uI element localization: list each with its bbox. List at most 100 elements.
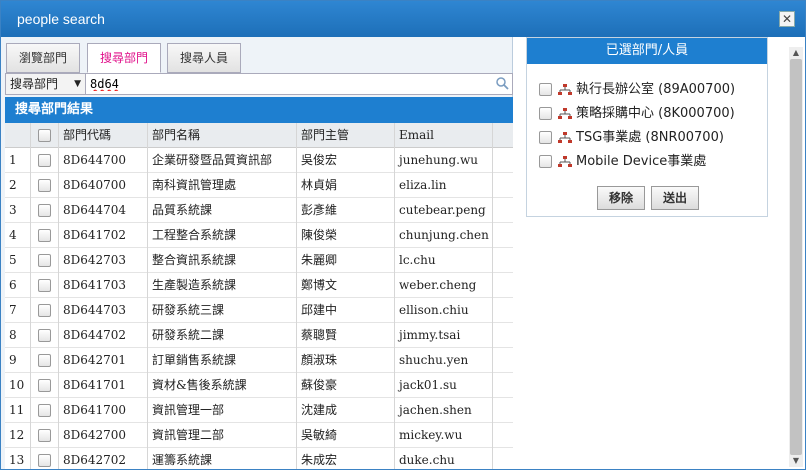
row-manager: 朱成宏 bbox=[297, 448, 395, 469]
selected-item-checkbox[interactable] bbox=[539, 155, 552, 168]
row-email: weber.cheng bbox=[395, 273, 493, 298]
row-select bbox=[31, 148, 59, 173]
search-icon[interactable] bbox=[495, 76, 509, 90]
row-email: ellison.chiu bbox=[395, 298, 493, 323]
row-checkbox[interactable] bbox=[38, 304, 51, 317]
header-email[interactable]: Email bbox=[395, 123, 493, 148]
header-code[interactable]: 部門代碼 bbox=[59, 123, 148, 148]
table-row[interactable]: 2 8D640700 南科資訊管理處 林貞娟 eliza.lin bbox=[5, 173, 513, 198]
row-email: cutebear.peng bbox=[395, 198, 493, 223]
table-row[interactable]: 6 8D641703 生產製造系統課 鄭博文 weber.cheng bbox=[5, 273, 513, 298]
row-checkbox[interactable] bbox=[38, 154, 51, 167]
people-search-dialog: people search ✕ 瀏覽部門 搜尋部門 搜尋人員 搜尋部門 ▼ 搜尋… bbox=[0, 0, 806, 470]
table-header: 部門代碼 部門名稱 部門主管 Email bbox=[5, 123, 513, 148]
row-select bbox=[31, 398, 59, 423]
title-bar: people search ✕ bbox=[1, 1, 805, 37]
row-name: 南科資訊管理處 bbox=[148, 173, 297, 198]
remove-button[interactable]: 移除 bbox=[597, 186, 645, 210]
selected-item-label: 策略採購中心 (8K000700) bbox=[576, 106, 735, 121]
table-row[interactable]: 13 8D642702 運籌系統課 朱成宏 duke.chu bbox=[5, 448, 513, 469]
row-checkbox[interactable] bbox=[38, 454, 51, 467]
row-name: 運籌系統課 bbox=[148, 448, 297, 469]
table-row[interactable]: 1 8D644700 企業研發暨品質資訊部 吳俊宏 junehung.wu bbox=[5, 148, 513, 173]
row-email: jimmy.tsai bbox=[395, 323, 493, 348]
close-icon[interactable]: ✕ bbox=[779, 11, 795, 27]
row-code: 8D640700 bbox=[59, 173, 148, 198]
row-select bbox=[31, 323, 59, 348]
selected-item-label: TSG事業處 (8NR00700) bbox=[576, 130, 724, 145]
org-chart-icon bbox=[552, 154, 576, 169]
row-select bbox=[31, 173, 59, 198]
tab-search-people[interactable]: 搜尋人員 bbox=[167, 43, 241, 73]
send-button[interactable]: 送出 bbox=[651, 186, 699, 210]
row-checkbox[interactable] bbox=[38, 379, 51, 392]
right-pane: 已選部門/人員 執行長辦公室 (89A00700) 策略採購中心 (8K00070… bbox=[514, 37, 805, 469]
row-select bbox=[31, 448, 59, 469]
row-index: 4 bbox=[5, 223, 31, 248]
row-code: 8D644704 bbox=[59, 198, 148, 223]
selected-item-label: Mobile Device事業處 bbox=[576, 154, 707, 169]
row-name: 資訊管理一部 bbox=[148, 398, 297, 423]
row-name: 整合資訊系統課 bbox=[148, 248, 297, 273]
row-index: 10 bbox=[5, 373, 31, 398]
table-row[interactable]: 7 8D644703 研發系統三課 邱建中 ellison.chiu bbox=[5, 298, 513, 323]
row-checkbox[interactable] bbox=[38, 204, 51, 217]
row-select bbox=[31, 348, 59, 373]
org-chart-icon bbox=[552, 106, 576, 121]
selected-item[interactable]: 策略採購中心 (8K000700) bbox=[539, 104, 735, 124]
left-pane: 瀏覽部門 搜尋部門 搜尋人員 搜尋部門 ▼ 搜尋部門結果 部門代碼 bbox=[1, 37, 513, 469]
row-email: duke.chu bbox=[395, 448, 493, 469]
row-email: junehung.wu bbox=[395, 148, 493, 173]
row-checkbox[interactable] bbox=[38, 404, 51, 417]
selected-item-checkbox[interactable] bbox=[539, 131, 552, 144]
selected-item[interactable]: TSG事業處 (8NR00700) bbox=[539, 128, 724, 148]
header-manager[interactable]: 部門主管 bbox=[297, 123, 395, 148]
row-checkbox[interactable] bbox=[38, 329, 51, 342]
row-checkbox[interactable] bbox=[38, 354, 51, 367]
tab-browse-departments[interactable]: 瀏覽部門 bbox=[6, 43, 80, 73]
row-manager: 林貞娟 bbox=[297, 173, 395, 198]
selected-item-checkbox[interactable] bbox=[539, 83, 552, 96]
table-row[interactable]: 8 8D644702 研發系統二課 蔡聰賢 jimmy.tsai bbox=[5, 323, 513, 348]
table-row[interactable]: 3 8D644704 品質系統課 彭彥維 cutebear.peng bbox=[5, 198, 513, 223]
row-code: 8D642701 bbox=[59, 348, 148, 373]
row-select bbox=[31, 198, 59, 223]
header-name[interactable]: 部門名稱 bbox=[148, 123, 297, 148]
row-manager: 吳敏綺 bbox=[297, 423, 395, 448]
row-code: 8D642700 bbox=[59, 423, 148, 448]
org-chart-icon bbox=[552, 130, 576, 145]
table-row[interactable]: 12 8D642700 資訊管理二部 吳敏綺 mickey.wu bbox=[5, 423, 513, 448]
row-checkbox[interactable] bbox=[38, 254, 51, 267]
scroll-up-icon[interactable]: ▲ bbox=[789, 47, 803, 59]
row-select bbox=[31, 273, 59, 298]
table-row[interactable]: 10 8D641701 資材&售後系統課 蘇俊豪 jack01.su bbox=[5, 373, 513, 398]
search-scope-select[interactable]: 搜尋部門 ▼ bbox=[6, 74, 86, 94]
row-index: 13 bbox=[5, 448, 31, 469]
row-checkbox[interactable] bbox=[38, 279, 51, 292]
table-row[interactable]: 5 8D642703 整合資訊系統課 朱麗卿 lc.chu bbox=[5, 248, 513, 273]
row-checkbox[interactable] bbox=[38, 429, 51, 442]
row-index: 5 bbox=[5, 248, 31, 273]
table-row[interactable]: 4 8D641702 工程整合系統課 陳俊榮 chunjung.chen bbox=[5, 223, 513, 248]
row-index: 11 bbox=[5, 398, 31, 423]
search-input[interactable] bbox=[88, 75, 488, 93]
row-name: 品質系統課 bbox=[148, 198, 297, 223]
selected-item[interactable]: Mobile Device事業處 bbox=[539, 152, 706, 172]
tab-search-departments[interactable]: 搜尋部門 bbox=[87, 43, 161, 73]
org-chart-icon bbox=[552, 82, 576, 97]
table-row[interactable]: 9 8D642701 訂單銷售系統課 顏淑珠 shuchu.yen bbox=[5, 348, 513, 373]
select-all-checkbox[interactable] bbox=[38, 129, 51, 142]
row-manager: 吳俊宏 bbox=[297, 148, 395, 173]
scroll-down-icon[interactable]: ▼ bbox=[789, 455, 803, 467]
row-checkbox[interactable] bbox=[38, 229, 51, 242]
row-name: 研發系統二課 bbox=[148, 323, 297, 348]
selected-panel-title: 已選部門/人員 bbox=[527, 38, 767, 64]
selected-item-checkbox[interactable] bbox=[539, 107, 552, 120]
selected-item[interactable]: 執行長辦公室 (89A00700) bbox=[539, 80, 735, 100]
selected-item-label: 執行長辦公室 (89A00700) bbox=[576, 82, 736, 97]
table-row[interactable]: 11 8D641700 資訊管理一部 沈建成 jachen.shen bbox=[5, 398, 513, 423]
row-manager: 鄭博文 bbox=[297, 273, 395, 298]
row-checkbox[interactable] bbox=[38, 179, 51, 192]
scroll-thumb[interactable] bbox=[790, 59, 802, 455]
scrollbar[interactable]: ▲ ▼ bbox=[789, 47, 803, 467]
